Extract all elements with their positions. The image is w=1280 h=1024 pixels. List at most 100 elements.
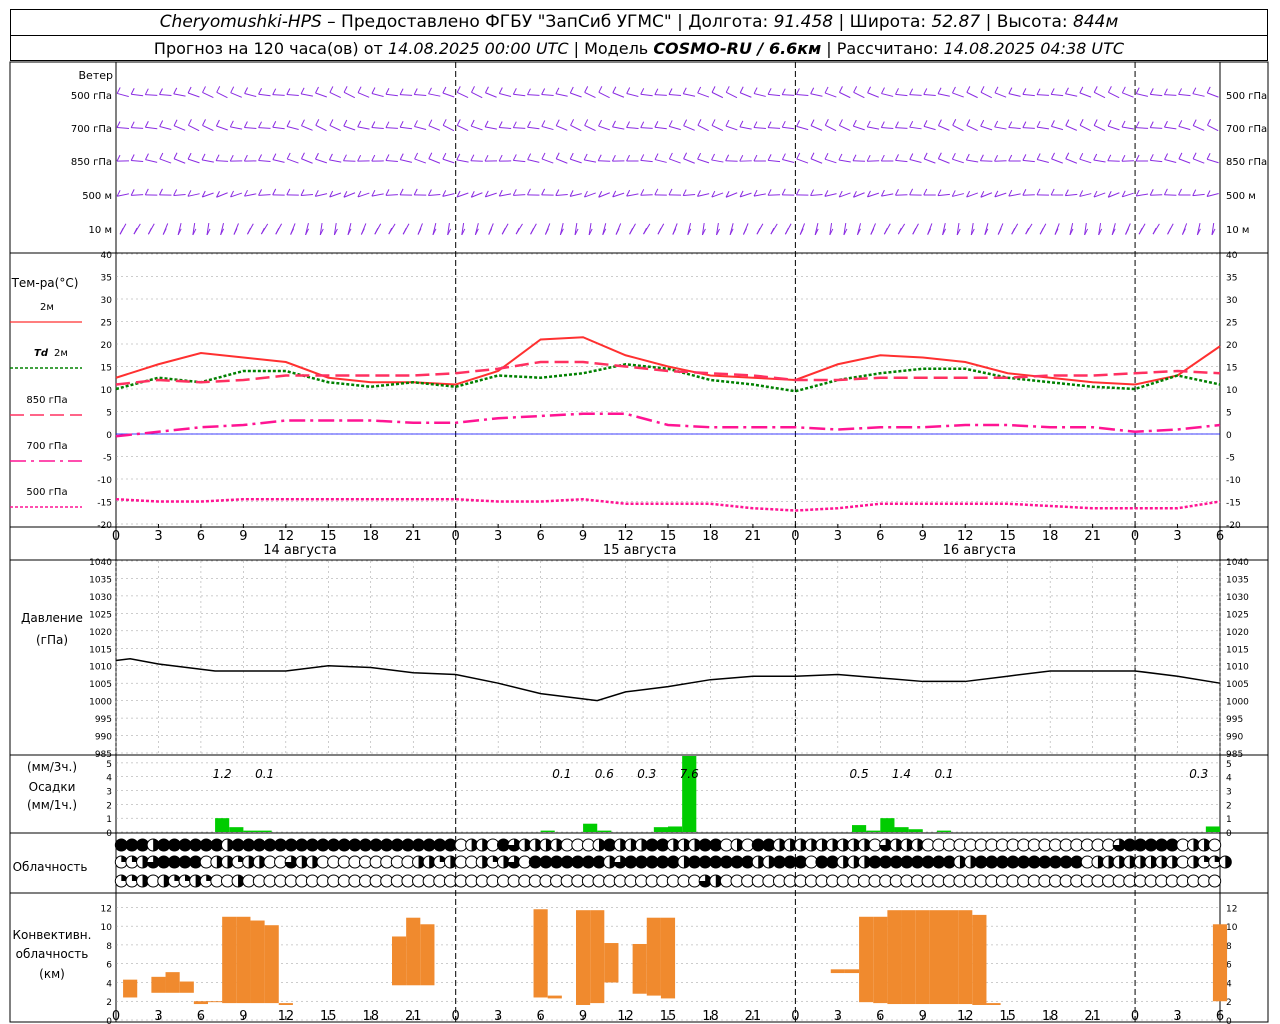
wind-barb-icon: [640, 88, 645, 95]
wind-barb-icon: [1065, 125, 1078, 131]
wind-barb-icon: [488, 228, 493, 235]
wind-barb-icon: [498, 87, 503, 94]
precip-bar: [257, 830, 272, 832]
wind-barb-icon: [229, 120, 234, 128]
pressure-tick-right: 995: [1226, 715, 1243, 725]
wind-barb-icon: [768, 194, 781, 196]
wind-barb-icon: [937, 189, 942, 196]
precip-total-label: 0.5: [850, 767, 869, 781]
wind-barb-icon: [669, 158, 681, 164]
wind-barb-icon: [457, 91, 469, 99]
wind-barb-icon: [615, 228, 620, 235]
wind-barb-icon: [428, 194, 441, 196]
wind-barb-icon: [527, 153, 532, 160]
wind-barb-icon: [767, 189, 772, 196]
wind-barb-icon: [583, 153, 588, 161]
pressure-tick-left: 1005: [89, 680, 112, 690]
wind-barb-icon: [612, 120, 616, 128]
wind-barb-icon: [570, 124, 582, 132]
wind-barb-icon: [824, 92, 837, 98]
wind-barb-icon: [824, 119, 829, 126]
temp-series-line: [115, 360, 1221, 386]
wind-barb-icon: [852, 119, 857, 127]
precip-bar: [880, 818, 895, 832]
temp-tick-right: -10: [1226, 476, 1241, 486]
wind-barb-icon: [640, 189, 645, 196]
wind-barb-icon: [1149, 189, 1154, 196]
precip-title: Осадки: [29, 780, 76, 794]
wind-barb-icon: [216, 86, 221, 93]
wind-barb-icon: [810, 125, 823, 131]
wind-barb-icon: [116, 87, 121, 94]
temp-tick-left: -15: [97, 499, 112, 509]
wind-barb-icon: [966, 86, 971, 93]
wind-barb-icon: [400, 94, 413, 96]
convective-tick-right: 10: [1226, 923, 1238, 933]
wind-barb-icon: [1178, 125, 1191, 131]
wind-barb-icon: [1036, 120, 1041, 128]
pressure-tick-left: 985: [95, 750, 112, 760]
wind-barb-icon: [867, 126, 880, 130]
wind-barb-icon: [513, 194, 526, 196]
wind-barb-icon: [810, 87, 815, 94]
wind-barb-icon: [980, 125, 993, 131]
x-tick-label: 18: [362, 529, 379, 544]
wind-barb-icon: [512, 154, 517, 161]
wind-barb-icon: [498, 154, 503, 162]
wind-barb-icon: [159, 152, 164, 160]
wind-barb-icon: [742, 228, 747, 235]
wind-barb-icon: [726, 91, 738, 99]
convective-x-tick-label: 12: [278, 1009, 295, 1024]
wind-barb-icon: [909, 159, 922, 163]
convective-tick-right: 0: [1226, 1017, 1232, 1024]
wind-barb-icon: [300, 87, 305, 95]
wind-barb-icon: [654, 188, 659, 196]
wind-barb-icon: [442, 193, 455, 197]
wind-barb-icon: [810, 193, 823, 197]
wind-barb-icon: [131, 194, 144, 196]
wind-barb-icon: [881, 93, 894, 97]
wind-barb-icon: [657, 228, 662, 235]
wind-barb-icon: [966, 119, 971, 126]
x-tick-label: 18: [702, 529, 719, 544]
convective-x-tick-label: 6: [1216, 1009, 1224, 1024]
wind-barb-icon: [1192, 193, 1205, 197]
wind-barb-icon: [144, 88, 149, 95]
wind-barb-icon: [697, 152, 702, 160]
wind-barb-icon: [329, 119, 334, 126]
wind-barb-icon: [1039, 228, 1044, 235]
legend-label: 500 гПа: [26, 487, 67, 498]
x-tick-label: 15: [999, 529, 1016, 544]
wind-barb-icon: [229, 154, 234, 162]
wind-barb-icon: [187, 119, 192, 126]
precip-bar: [540, 830, 555, 832]
wind-barb-icon: [470, 154, 475, 161]
wind-barb-icon: [923, 88, 928, 95]
convective-bar: [646, 917, 661, 996]
precip-tick-right: 4: [1226, 774, 1232, 784]
x-tick-label: 12: [278, 529, 295, 544]
wind-barb-icon: [711, 153, 716, 161]
wind-barb-icon: [880, 121, 885, 128]
wind-barb-icon: [343, 86, 348, 93]
precip-total-label: 0.1: [255, 767, 274, 781]
wind-barb-icon: [1178, 152, 1183, 160]
wind-barb-icon: [611, 154, 616, 162]
wind-barb-icon: [300, 194, 314, 196]
wind-barb-icon: [767, 121, 772, 128]
wind-barb-icon: [417, 228, 422, 235]
wind-barb-icon: [513, 93, 526, 97]
wind-barb-icon: [867, 86, 872, 93]
wind-barb-icon: [187, 86, 192, 94]
wind-barb-icon: [1022, 127, 1035, 129]
wind-barb-icon: [824, 86, 829, 94]
wind-barb-icon: [456, 119, 461, 126]
wind-barb-icon: [1065, 193, 1078, 197]
meteogram: Ветер 500 гПа 500 гПа 700 гПа 700 гПа 850 гПа…: [9, 61, 1269, 1024]
wind-level-label-left: 850 гПа: [71, 157, 112, 168]
x-tick-label: 3: [494, 529, 502, 544]
precip-tick-left: 3: [106, 788, 112, 798]
precip-bar: [583, 823, 598, 832]
wind-barb-icon: [414, 93, 427, 97]
pressure-tick-right: 1025: [1226, 610, 1249, 620]
